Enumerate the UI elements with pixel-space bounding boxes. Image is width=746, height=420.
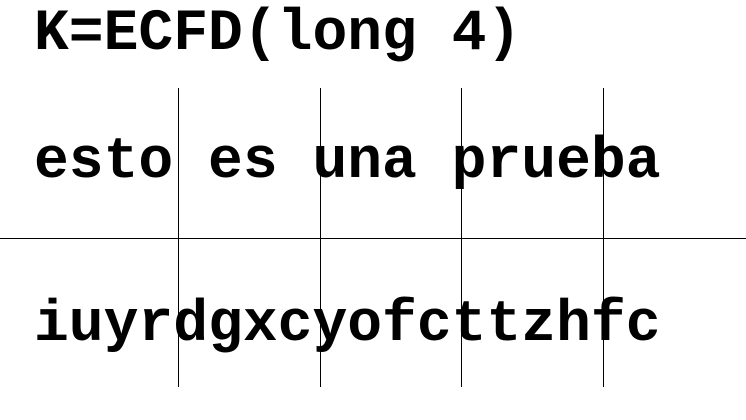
horizontal-divider [0, 238, 746, 239]
ciphertext-row: iuyrdgxcyofcttzhfc [34, 293, 661, 358]
plaintext-row: esto es una prueba [34, 130, 661, 195]
key-heading: K=ECFD(long 4) [34, 2, 522, 67]
